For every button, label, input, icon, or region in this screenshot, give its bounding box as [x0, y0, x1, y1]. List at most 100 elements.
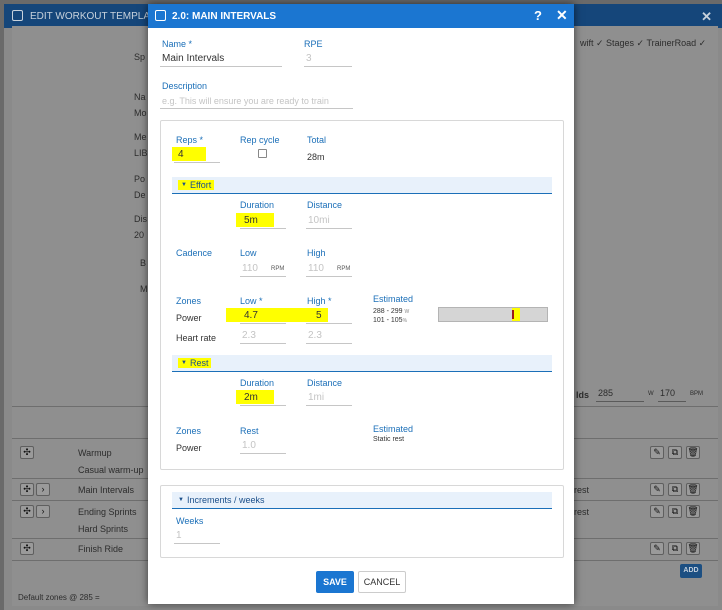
heart-high-input[interactable]: [306, 328, 352, 344]
estimated-percent: 101 - 105%: [373, 317, 408, 324]
estimated-power-bar: [438, 307, 548, 322]
estimated-label: Estimated: [373, 294, 414, 304]
estimated-range-marker: [512, 310, 514, 319]
save-button[interactable]: SAVE: [316, 571, 354, 593]
step-name: Warmup: [78, 448, 112, 458]
reps-label: Reps *: [176, 135, 204, 145]
dialog-header: 2.0: MAIN INTERVALS ? ✕: [148, 4, 574, 28]
drag-handle-icon[interactable]: ✣: [20, 542, 34, 555]
integrations-list: wift ✓ Stages ✓ TrainerRoad ✓: [580, 38, 707, 48]
close-icon[interactable]: ✕: [701, 9, 712, 25]
rest-distance-input[interactable]: [306, 390, 352, 406]
step-name: Ending Sprints: [78, 507, 137, 517]
effort-distance-input[interactable]: [306, 213, 352, 229]
total-label: Total: [307, 135, 327, 145]
expand-chevron-icon[interactable]: ›: [36, 483, 50, 496]
caret-down-icon: ▼: [181, 360, 187, 367]
cadence-high-label: High: [307, 248, 326, 258]
delete-icon[interactable]: 🗑: [686, 483, 700, 496]
interval-settings-box: [160, 120, 564, 470]
zones-low-label: Low *: [240, 296, 263, 306]
help-icon[interactable]: ?: [534, 8, 542, 23]
watts-unit: W: [648, 391, 654, 397]
power-label: Power: [176, 313, 202, 323]
default-zones-text: Default zones @ 285 =: [18, 593, 100, 602]
copy-icon[interactable]: ⧉: [668, 505, 682, 518]
add-step-button[interactable]: ADD: [680, 564, 702, 578]
edit-step-dialog: 2.0: MAIN INTERVALS ? ✕ Name * RPE Descr…: [148, 4, 574, 604]
rep-cycle-checkbox[interactable]: [258, 149, 267, 158]
caret-down-icon: ▼: [181, 182, 187, 189]
edit-icon[interactable]: ✎: [650, 505, 664, 518]
static-rest-text: Static rest: [373, 436, 405, 443]
edit-icon[interactable]: ✎: [650, 446, 664, 459]
sport-label-stub: Sp: [134, 52, 146, 62]
heart-low-input[interactable]: [240, 328, 286, 344]
weeks-label: Weeks: [176, 516, 204, 526]
power-high-input[interactable]: 5: [286, 308, 352, 324]
rep-cycle-label: Rep cycle: [240, 135, 280, 145]
reps-input[interactable]: 4: [172, 147, 220, 163]
rpe-input[interactable]: [304, 51, 352, 67]
distance-value-stub: 20: [134, 230, 145, 240]
rest-distance-label: Distance: [307, 378, 343, 388]
power-label-stub: Po: [134, 174, 146, 184]
builder-button-stub[interactable]: B: [140, 258, 146, 268]
effort-section-header[interactable]: ▼ Effort: [172, 177, 552, 194]
power-value-stub: De: [134, 190, 146, 200]
drag-handle-icon[interactable]: ✣: [20, 505, 34, 518]
cadence-label: Cadence: [176, 248, 213, 258]
close-icon[interactable]: ✕: [556, 7, 568, 24]
drag-handle-icon[interactable]: ✣: [20, 446, 34, 459]
power-low-input[interactable]: 4.7: [226, 308, 286, 324]
effort-duration-label: Duration: [240, 200, 275, 210]
effort-duration-input[interactable]: 5m: [236, 213, 286, 229]
cancel-button[interactable]: CANCEL: [358, 571, 406, 593]
step-sub: Casual warm-up: [78, 465, 144, 475]
description-input[interactable]: [160, 93, 353, 109]
rest-zones-label: Zones: [176, 426, 202, 436]
rest-duration-label: Duration: [240, 378, 275, 388]
copy-icon[interactable]: ⧉: [668, 446, 682, 459]
distance-label-stub: Dis: [134, 214, 147, 224]
weeks-input[interactable]: [174, 528, 220, 544]
threshold-bpm-field[interactable]: 170: [658, 386, 686, 402]
name-label-stub: Na: [134, 92, 146, 102]
method-value-stub: LIB: [134, 148, 148, 158]
expand-chevron-icon[interactable]: ›: [36, 505, 50, 518]
dialog-title: 2.0: MAIN INTERVALS: [172, 11, 277, 22]
rpm-unit: RPM: [271, 266, 285, 272]
copy-icon[interactable]: ⧉: [668, 483, 682, 496]
edit-icon[interactable]: ✎: [650, 483, 664, 496]
rest-power-input[interactable]: [240, 438, 286, 454]
zones-high-label: High *: [307, 296, 332, 306]
thresholds-label: lds: [576, 390, 590, 400]
drag-handle-icon[interactable]: ✣: [20, 483, 34, 496]
cadence-low-label: Low: [240, 248, 257, 258]
delete-icon[interactable]: 🗑: [686, 542, 700, 555]
step-sub: Hard Sprints: [78, 524, 129, 534]
threshold-watts-field[interactable]: 285: [596, 386, 644, 402]
zones-label: Zones: [176, 296, 202, 306]
rest-label: Rest: [240, 426, 259, 436]
estimated-watts: 288 - 299 W: [373, 308, 410, 315]
caret-down-icon: ▼: [178, 497, 184, 504]
delete-icon[interactable]: 🗑: [686, 446, 700, 459]
step-rest: rest: [574, 485, 590, 495]
effort-distance-label: Distance: [307, 200, 343, 210]
increments-section-header[interactable]: ▼ Increments / weeks: [172, 492, 552, 509]
edit-icon[interactable]: ✎: [650, 542, 664, 555]
rest-estimated-label: Estimated: [373, 424, 414, 434]
notes-stub: M: [140, 284, 148, 294]
total-value: 28m: [307, 152, 325, 162]
copy-icon[interactable]: ⧉: [668, 542, 682, 555]
name-input[interactable]: [160, 51, 282, 67]
method-label-stub: Me: [134, 132, 147, 142]
rest-duration-input[interactable]: 2m: [236, 390, 286, 406]
rpe-label: RPE: [304, 39, 323, 49]
delete-icon[interactable]: 🗑: [686, 505, 700, 518]
description-label: Description: [162, 81, 208, 91]
edit-icon: [155, 10, 166, 21]
rest-section-header[interactable]: ▼ Rest: [172, 355, 552, 372]
step-rest: rest: [574, 507, 590, 517]
